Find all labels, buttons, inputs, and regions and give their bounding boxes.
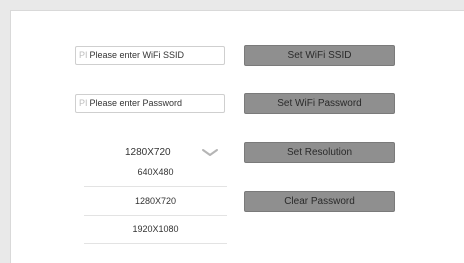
option-divider <box>84 186 227 187</box>
wifi-password-input[interactable]: PI Please enter Password <box>75 94 225 113</box>
password-input-prefix: PI <box>79 98 88 108</box>
ssid-input-prefix: PI <box>79 50 88 60</box>
clear-password-button[interactable]: Clear Password <box>244 191 395 212</box>
set-wifi-password-button[interactable]: Set WiFi Password <box>244 93 395 114</box>
chevron-down-icon[interactable] <box>201 148 219 158</box>
ssid-input-placeholder: Please enter WiFi SSID <box>89 50 185 60</box>
resolution-option-1280x720[interactable]: 1280X720 <box>84 188 227 215</box>
resolution-selected-value[interactable]: 1280X720 <box>125 147 171 158</box>
settings-panel: PI Please enter WiFi SSID Set WiFi SSID P… <box>10 10 464 263</box>
set-wifi-ssid-button[interactable]: Set WiFi SSID <box>244 45 395 66</box>
password-input-placeholder: Please enter Password <box>89 98 183 108</box>
resolution-option-1920x1080[interactable]: 1920X1080 <box>84 216 227 243</box>
option-divider <box>84 243 227 244</box>
set-resolution-button[interactable]: Set Resolution <box>244 142 395 163</box>
wifi-ssid-input[interactable]: PI Please enter WiFi SSID <box>75 46 225 65</box>
resolution-option-640x480[interactable]: 640X480 <box>84 159 227 186</box>
